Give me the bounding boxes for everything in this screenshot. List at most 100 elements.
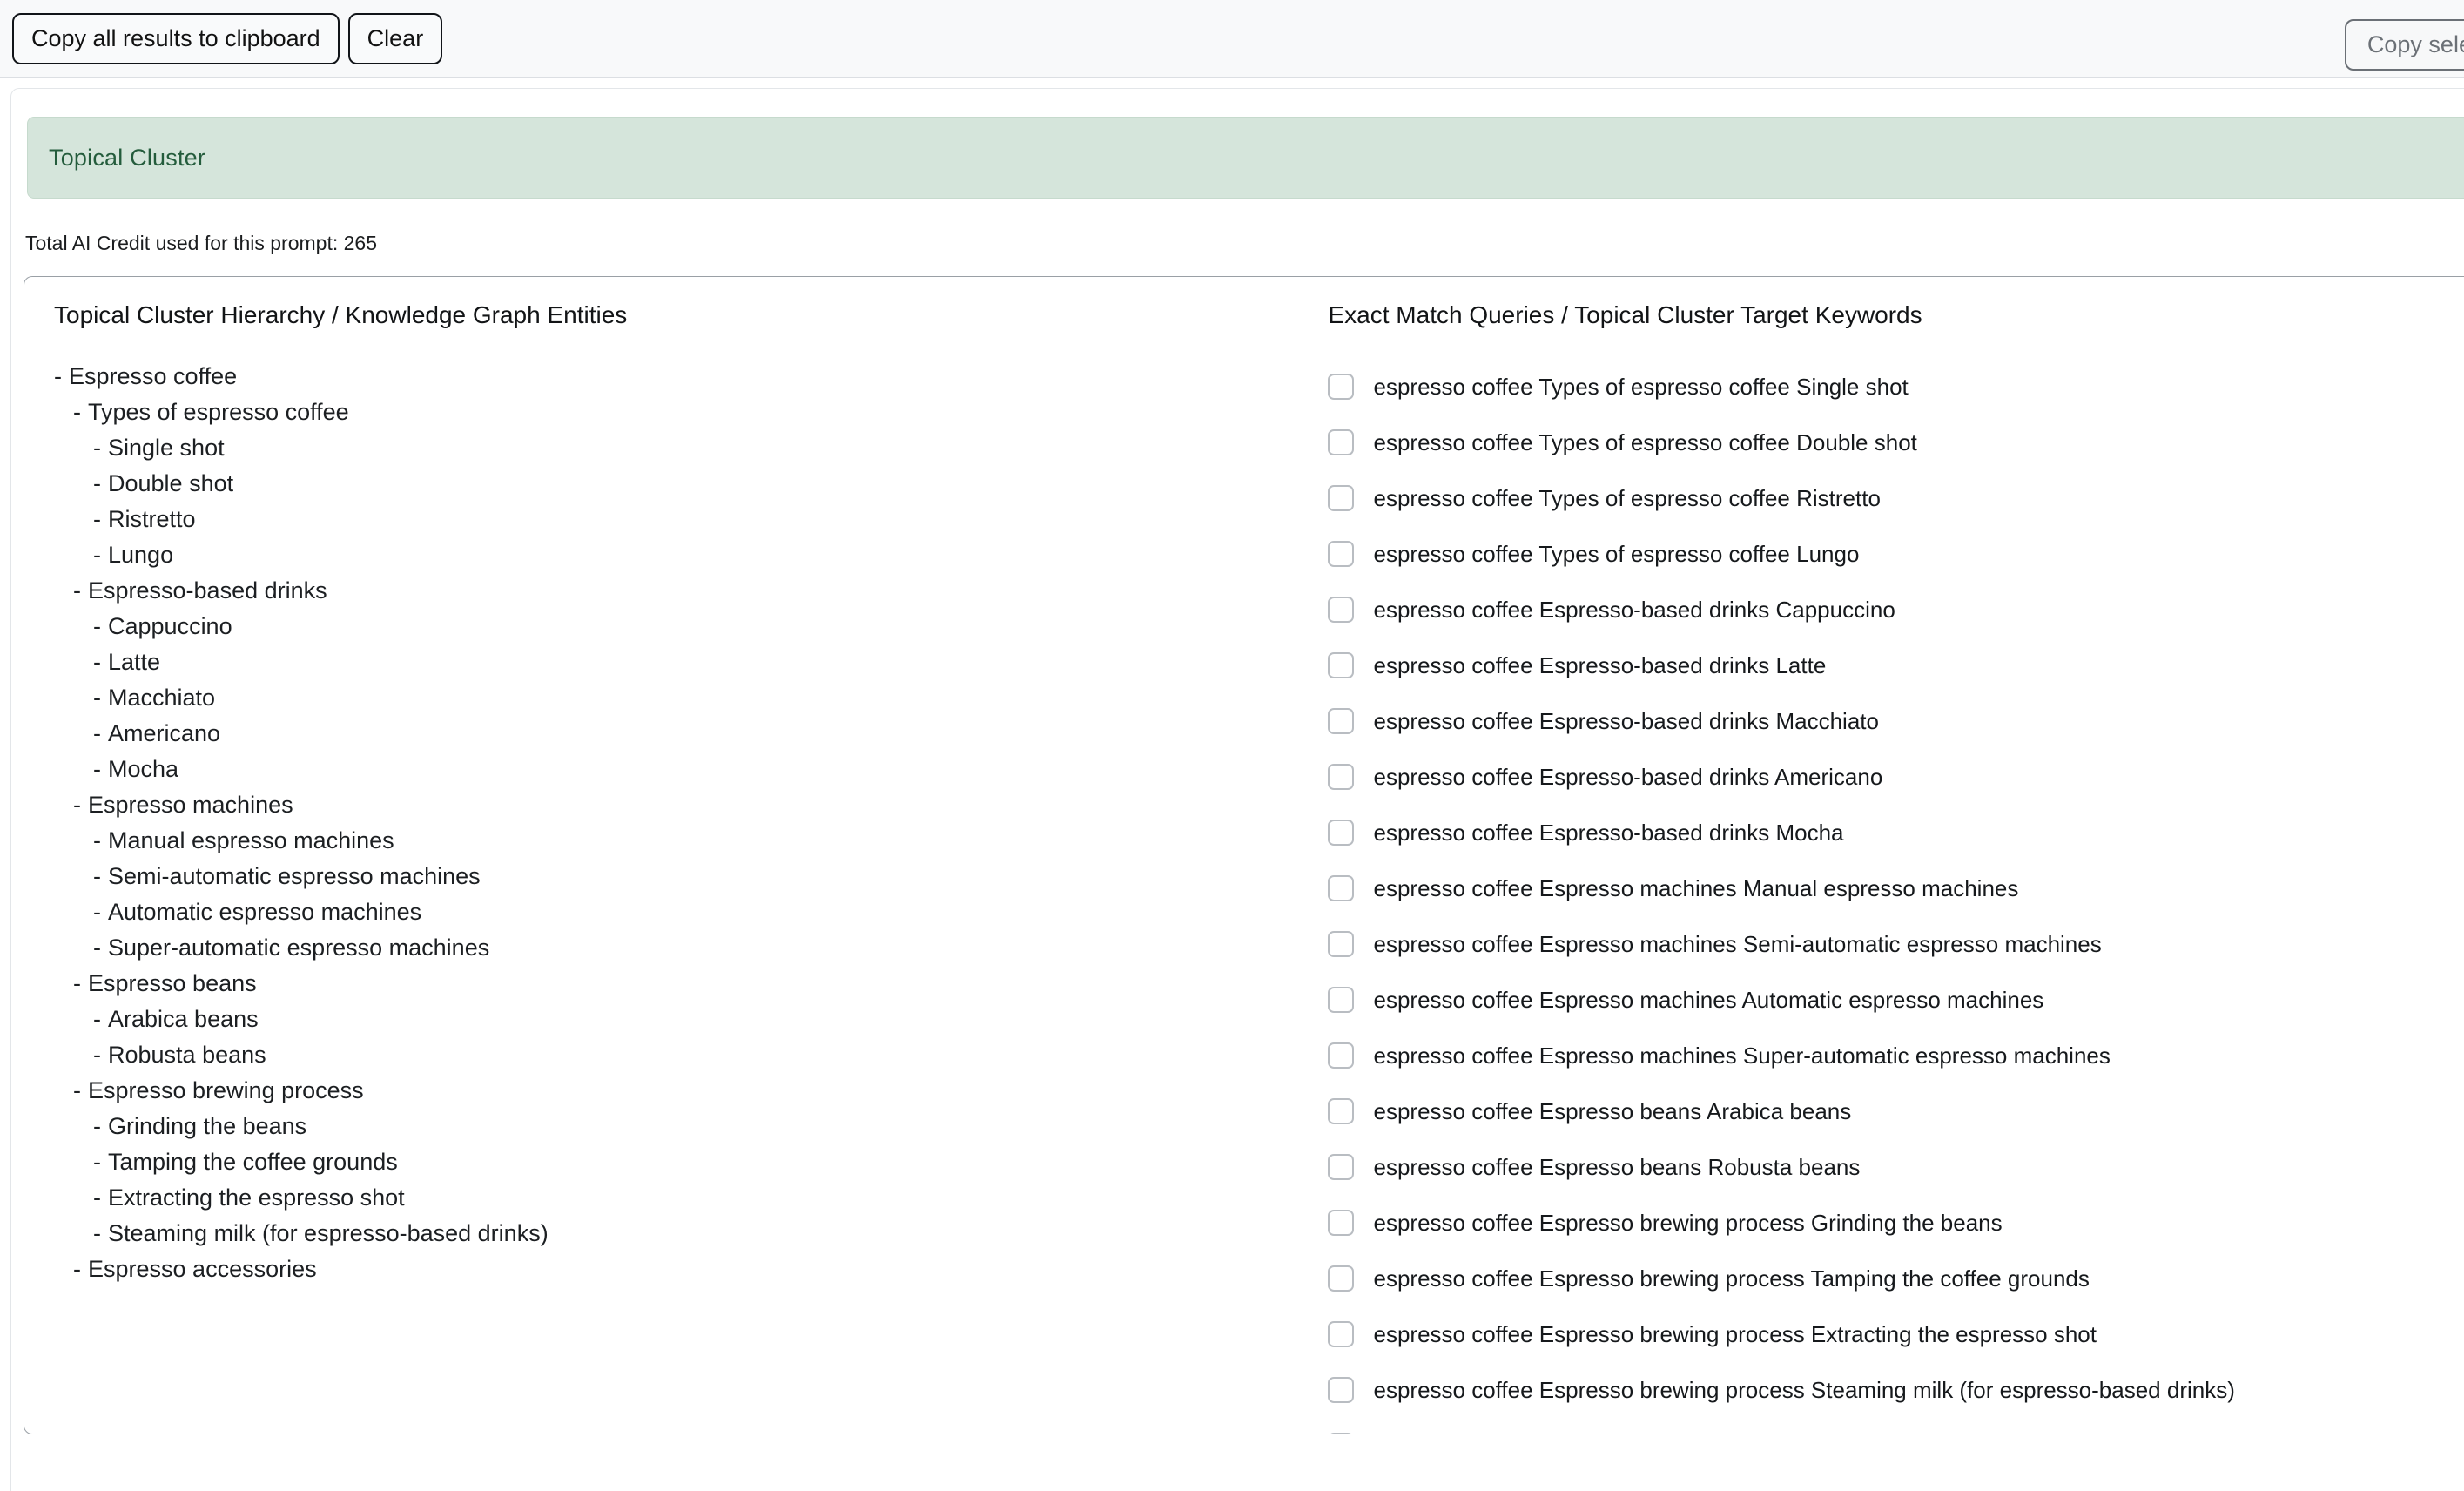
tree-node: - Tamping the coffee grounds (93, 1144, 1312, 1180)
exact-match-queries-list: espresso coffee Types of espresso coffee… (1328, 359, 2464, 1434)
tree-bullet-dash-icon: - (73, 970, 81, 996)
tree-bullet-dash-icon: - (93, 1184, 101, 1211)
tree-node-label: Automatic espresso machines (108, 899, 422, 925)
query-checkbox[interactable] (1328, 764, 1355, 790)
tree-bullet-dash-icon: - (93, 613, 101, 639)
query-row[interactable]: espresso coffee Espresso accessories Esp… (1328, 1418, 2464, 1434)
tree-node: - Automatic espresso machines (93, 894, 1312, 930)
query-checkbox[interactable] (1328, 485, 1355, 511)
query-label: espresso coffee Espresso brewing process… (1373, 1377, 2235, 1403)
tree-node-label: Semi-automatic espresso machines (108, 863, 481, 889)
tree-node-label: Espresso beans (88, 970, 257, 996)
tree-bullet-dash-icon: - (93, 899, 101, 925)
tree-node: - Manual espresso machines (93, 823, 1312, 859)
tree-node: - Espresso coffee (54, 359, 1312, 395)
tree-node-label: Extracting the espresso shot (108, 1184, 405, 1211)
query-row[interactable]: espresso coffee Espresso brewing process… (1328, 1306, 2464, 1362)
tree-node-label: Lungo (108, 542, 174, 568)
query-row[interactable]: espresso coffee Espresso-based drinks Mo… (1328, 805, 2464, 860)
query-checkbox[interactable] (1328, 652, 1355, 678)
tree-node: - Semi-automatic espresso machines (93, 859, 1312, 894)
query-checkbox[interactable] (1328, 1042, 1355, 1069)
tree-node: - Espresso-based drinks (73, 573, 1312, 609)
tree-bullet-dash-icon: - (93, 470, 101, 496)
query-checkbox[interactable] (1328, 1377, 1355, 1403)
tree-bullet-dash-icon: - (93, 1149, 101, 1175)
query-checkbox[interactable] (1328, 597, 1355, 623)
query-checkbox[interactable] (1328, 708, 1355, 734)
tree-node-label: Manual espresso machines (108, 827, 394, 853)
tree-node-label: Macchiato (108, 685, 216, 711)
query-label: espresso coffee Espresso machines Semi-a… (1373, 931, 2102, 957)
tree-node: - Espresso beans (73, 966, 1312, 1002)
tree-node-label: Steaming milk (for espresso-based drinks… (108, 1220, 549, 1246)
query-row[interactable]: espresso coffee Espresso beans Robusta b… (1328, 1139, 2464, 1195)
query-row[interactable]: espresso coffee Espresso-based drinks Ca… (1328, 582, 2464, 638)
tree-bullet-dash-icon: - (54, 363, 62, 389)
query-row[interactable]: espresso coffee Types of espresso coffee… (1328, 470, 2464, 526)
query-row[interactable]: espresso coffee Espresso machines Manual… (1328, 860, 2464, 916)
query-row[interactable]: espresso coffee Espresso brewing process… (1328, 1195, 2464, 1251)
query-row[interactable]: espresso coffee Types of espresso coffee… (1328, 415, 2464, 470)
query-label: espresso coffee Espresso beans Robusta b… (1373, 1154, 1861, 1180)
query-row[interactable]: espresso coffee Espresso-based drinks Ma… (1328, 693, 2464, 749)
tree-node-label: Espresso accessories (88, 1256, 317, 1282)
tree-node-label: Espresso-based drinks (88, 577, 327, 604)
query-label: espresso coffee Espresso brewing process… (1373, 1321, 2097, 1347)
query-checkbox[interactable] (1328, 1433, 1355, 1434)
clear-button[interactable]: Clear (347, 12, 443, 64)
tree-node: - Super-automatic espresso machines (93, 930, 1312, 966)
tree-node-label: Ristretto (108, 506, 196, 532)
query-row[interactable]: espresso coffee Espresso brewing process… (1328, 1251, 2464, 1306)
tree-node: - Double shot (93, 466, 1312, 502)
queries-column-title: Exact Match Queries / Topical Cluster Ta… (1328, 301, 1922, 328)
tree-node-label: Cappuccino (108, 613, 232, 639)
query-checkbox[interactable] (1328, 875, 1355, 901)
query-label: espresso coffee Espresso-based drinks La… (1373, 652, 1827, 678)
query-row[interactable]: espresso coffee Espresso brewing process… (1328, 1362, 2464, 1418)
tree-bullet-dash-icon: - (93, 827, 101, 853)
tree-node-label: Mocha (108, 756, 179, 782)
tree-node: - Macchiato (93, 680, 1312, 716)
query-checkbox[interactable] (1328, 1210, 1355, 1236)
query-row[interactable]: espresso coffee Espresso-based drinks Am… (1328, 749, 2464, 805)
tree-node-label: Latte (108, 649, 161, 675)
query-checkbox[interactable] (1328, 1265, 1355, 1292)
query-label: espresso coffee Espresso machines Super-… (1373, 1042, 2111, 1069)
tree-bullet-dash-icon: - (93, 720, 101, 746)
query-label: espresso coffee Types of espresso coffee… (1373, 485, 1881, 511)
copy-all-results-button[interactable]: Copy all results to clipboard (12, 12, 340, 64)
query-checkbox[interactable] (1328, 374, 1355, 400)
query-checkbox[interactable] (1328, 820, 1355, 846)
query-checkbox[interactable] (1328, 1098, 1355, 1124)
hierarchy-column-title: Topical Cluster Hierarchy / Knowledge Gr… (54, 301, 628, 328)
query-row[interactable]: espresso coffee Espresso-based drinks La… (1328, 638, 2464, 693)
tree-node: - Latte (93, 644, 1312, 680)
query-checkbox[interactable] (1328, 987, 1355, 1013)
queries-column: Exact Match Queries / Topical Cluster Ta… (1312, 277, 2464, 1434)
tree-node: - Espresso accessories (73, 1251, 1312, 1287)
query-checkbox[interactable] (1328, 1154, 1355, 1180)
query-checkbox[interactable] (1328, 429, 1355, 455)
query-row[interactable]: espresso coffee Types of espresso coffee… (1328, 359, 2464, 415)
tree-node-label: Super-automatic espresso machines (108, 934, 490, 961)
results-toolbar: Copy all results to clipboard Clear Copy… (0, 0, 2464, 78)
query-row[interactable]: espresso coffee Espresso machines Automa… (1328, 972, 2464, 1028)
tree-node-label: Double shot (108, 470, 234, 496)
tree-bullet-dash-icon: - (93, 1042, 101, 1068)
query-checkbox[interactable] (1328, 1321, 1355, 1347)
tree-bullet-dash-icon: - (93, 506, 101, 532)
query-row[interactable]: espresso coffee Types of espresso coffee… (1328, 526, 2464, 582)
topical-cluster-banner-label: Topical Cluster (49, 144, 206, 171)
query-checkbox[interactable] (1328, 931, 1355, 957)
tree-node-label: Grinding the beans (108, 1113, 307, 1139)
query-label: espresso coffee Espresso-based drinks Ma… (1373, 708, 1879, 734)
tree-bullet-dash-icon: - (73, 792, 81, 818)
query-label: espresso coffee Espresso-based drinks Ca… (1373, 597, 1895, 623)
query-row[interactable]: espresso coffee Espresso beans Arabica b… (1328, 1083, 2464, 1139)
query-row[interactable]: espresso coffee Espresso machines Super-… (1328, 1028, 2464, 1083)
query-checkbox[interactable] (1328, 541, 1355, 567)
copy-selected-button[interactable]: Copy selected (2344, 19, 2464, 71)
topical-cluster-tree: - Espresso coffee - Types of espresso coffe… (54, 359, 1312, 1287)
query-row[interactable]: espresso coffee Espresso machines Semi-a… (1328, 916, 2464, 972)
